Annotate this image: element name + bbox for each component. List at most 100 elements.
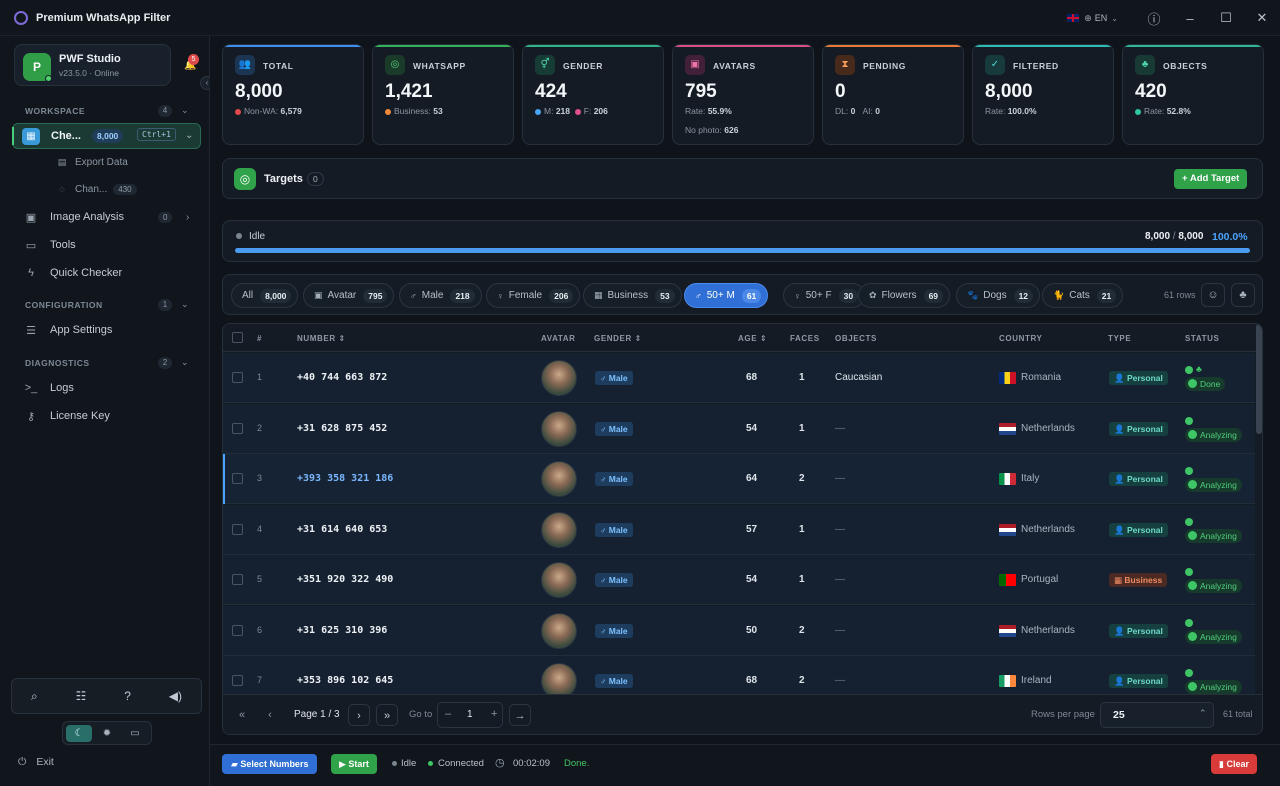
filter-chip-dogs[interactable]: 🐾 Dogs 12 xyxy=(956,283,1041,308)
phone-number[interactable]: +31 614 640 653 xyxy=(297,524,387,535)
sort-icon: ⇕ xyxy=(759,334,768,343)
plus-icon[interactable]: + xyxy=(491,708,497,720)
filter-chip-female[interactable]: ♀ Female 206 xyxy=(486,283,581,308)
phone-number[interactable]: +393 358 321 186 xyxy=(297,473,393,484)
table-row[interactable]: 3 +393 358 321 186 ♂ Male 64 2 — Italy 👤 Person… xyxy=(223,454,1255,504)
avatar[interactable] xyxy=(541,360,577,396)
sidebar-item-channels[interactable]: ◌ Chan... 430 xyxy=(56,180,137,198)
avatar[interactable] xyxy=(541,511,577,548)
maximize-icon[interactable]: ☐ xyxy=(1208,10,1244,26)
info-icon[interactable]: ⓘ xyxy=(1136,9,1172,28)
sun-icon[interactable]: ✹ xyxy=(94,725,120,742)
monitor-icon[interactable]: ▭ xyxy=(122,725,148,742)
column-age[interactable]: AGE ⇕ xyxy=(738,334,767,343)
image-icon: ▣ xyxy=(685,55,705,75)
stat-label: GENDER xyxy=(563,61,603,71)
sidebar-item-image-analysis[interactable]: ▣ Image Analysis 0 › xyxy=(24,206,196,228)
sidebar-item-export-data[interactable]: ▤ Export Data xyxy=(56,153,128,171)
goto-stepper[interactable]: – 1 + xyxy=(437,702,503,728)
objects-value: Caucasian xyxy=(835,372,883,383)
table-row[interactable]: 1 +40 744 663 872 ♂ Male 68 1 Caucasian Romani… xyxy=(223,353,1255,403)
moon-icon[interactable]: ☾ xyxy=(66,725,92,742)
avatar[interactable] xyxy=(541,410,577,447)
first-page-icon[interactable]: « xyxy=(231,704,253,726)
filter-chip-50-plus-male[interactable]: ♂ 50+ M 61 xyxy=(684,283,769,308)
minus-icon[interactable]: – xyxy=(445,708,451,720)
filter-chip-male[interactable]: ♂ Male 218 xyxy=(399,283,482,308)
column-gender[interactable]: GENDER ⇕ xyxy=(594,334,642,343)
chevron-down-icon[interactable]: ⌄ xyxy=(181,299,189,310)
last-page-icon[interactable]: » xyxy=(376,704,398,726)
row-checkbox[interactable] xyxy=(232,675,243,686)
table-row[interactable]: 4 +31 614 640 653 ♂ Male 57 1 — Netherlands 👤 P… xyxy=(223,504,1255,555)
row-checkbox[interactable] xyxy=(232,523,243,535)
face-scan-icon[interactable]: ☺ xyxy=(1201,283,1225,307)
stat-value: 0 xyxy=(835,81,846,102)
sidebar-item-quick-checker[interactable]: ϟ Quick Checker xyxy=(24,262,122,284)
minimize-icon[interactable]: – xyxy=(1172,11,1208,26)
row-checkbox[interactable] xyxy=(232,624,243,636)
search-icon[interactable]: ⌕ xyxy=(31,689,38,704)
phone-number[interactable]: +31 625 310 396 xyxy=(297,625,387,636)
column-number[interactable]: NUMBER ⇕ xyxy=(297,334,346,343)
whatsapp-icon: ◎ xyxy=(385,55,405,75)
phone-number[interactable]: +31 628 875 452 xyxy=(297,423,387,434)
type-badge: 👤 Personal xyxy=(1109,623,1168,638)
close-icon[interactable]: ✕ xyxy=(1244,10,1280,26)
sidebar-item-checker[interactable]: ▦ Che... 8,000 Ctrl+1 ⌄ xyxy=(12,123,201,149)
phone-number[interactable]: +351 920 322 490 xyxy=(297,574,393,585)
filter-chip-50-plus-female[interactable]: ♀ 50+ F 30 xyxy=(783,283,866,308)
bell-icon[interactable]: 🔔 5 xyxy=(184,54,199,71)
row-checkbox[interactable] xyxy=(232,574,243,585)
clear-button[interactable]: ▮ Clear xyxy=(1211,754,1257,774)
avatar[interactable] xyxy=(541,461,577,497)
sliders-icon[interactable]: ☷ xyxy=(76,689,87,703)
filter-chip-all[interactable]: All 8,000 xyxy=(231,283,299,308)
phone-number[interactable]: +40 744 663 872 xyxy=(297,372,387,383)
rows-per-page-select[interactable]: 25 ⌃ xyxy=(1100,702,1214,728)
volume-icon[interactable]: ◀) xyxy=(169,689,182,703)
sliders-icon: ☰ xyxy=(26,324,36,337)
language-selector[interactable]: EN xyxy=(1095,13,1108,23)
filter-chip-avatar[interactable]: ▣ Avatar 795 xyxy=(303,283,395,308)
sidebar-item-license-key[interactable]: ⚷ License Key xyxy=(24,405,110,427)
filter-chip-cats[interactable]: 🐈 Cats 21 xyxy=(1042,283,1124,308)
table-row[interactable]: 6 +31 625 310 396 ♂ Male 50 2 — Netherlands 👤 P… xyxy=(223,605,1255,656)
table-row[interactable]: 2 +31 628 875 452 ♂ Male 54 1 — Netherlands 👤 P… xyxy=(223,403,1255,454)
help-icon[interactable]: ? xyxy=(124,689,131,703)
chevron-down-icon[interactable]: ⌄ xyxy=(185,130,193,141)
table-row[interactable]: 5 +351 920 322 490 ♂ Male 54 1 — Portugal ▦ Bus… xyxy=(223,555,1255,605)
table-scrollbar[interactable] xyxy=(1256,324,1262,434)
avatar[interactable] xyxy=(541,612,577,649)
sidebar-item-tools[interactable]: ▭ Tools xyxy=(24,234,76,256)
image-icon: ▣ xyxy=(314,290,323,300)
start-button[interactable]: ▶ Start xyxy=(331,754,377,774)
card-accent xyxy=(1123,45,1263,47)
avatar[interactable] xyxy=(541,562,577,598)
select-numbers-button[interactable]: ▰ Select Numbers xyxy=(222,754,318,774)
chevron-down-icon[interactable]: ⌄ xyxy=(181,357,189,368)
select-all-checkbox[interactable] xyxy=(232,332,243,343)
next-page-icon[interactable]: › xyxy=(348,704,370,726)
gender-badge: ♂ Male xyxy=(595,522,633,537)
profile-card[interactable]: P PWF Studio v23.5.0 · Online xyxy=(14,44,171,86)
phone-number[interactable]: +353 896 102 645 xyxy=(297,675,393,686)
objects-icon[interactable]: ♣ xyxy=(1231,283,1255,307)
filter-chip-flowers[interactable]: ✿ Flowers 69 xyxy=(858,283,951,308)
sidebar-item-label: Chan... xyxy=(75,183,108,195)
go-arrow-icon[interactable]: → xyxy=(509,704,531,726)
row-checkbox[interactable] xyxy=(232,372,243,383)
exit-button[interactable]: ⏻ Exit xyxy=(18,756,54,769)
age-value: 64 xyxy=(746,473,758,484)
add-target-button[interactable]: + Add Target xyxy=(1174,169,1248,189)
sidebar-item-logs[interactable]: >_ Logs xyxy=(24,377,74,399)
row-checkbox[interactable] xyxy=(232,473,243,484)
filter-chip-business[interactable]: ▦ Business 53 xyxy=(583,283,682,308)
prev-page-icon[interactable]: ‹ xyxy=(259,704,281,726)
goto-input[interactable]: 1 xyxy=(467,709,473,720)
sidebar-item-app-settings[interactable]: ☰ App Settings xyxy=(24,319,112,341)
row-checkbox[interactable] xyxy=(232,422,243,434)
elapsed-timer: 00:02:09 xyxy=(513,758,550,769)
chevron-down-icon[interactable]: ⌄ xyxy=(181,105,189,116)
targets-panel: ◎ Targets 0 + Add Target xyxy=(222,158,1263,199)
